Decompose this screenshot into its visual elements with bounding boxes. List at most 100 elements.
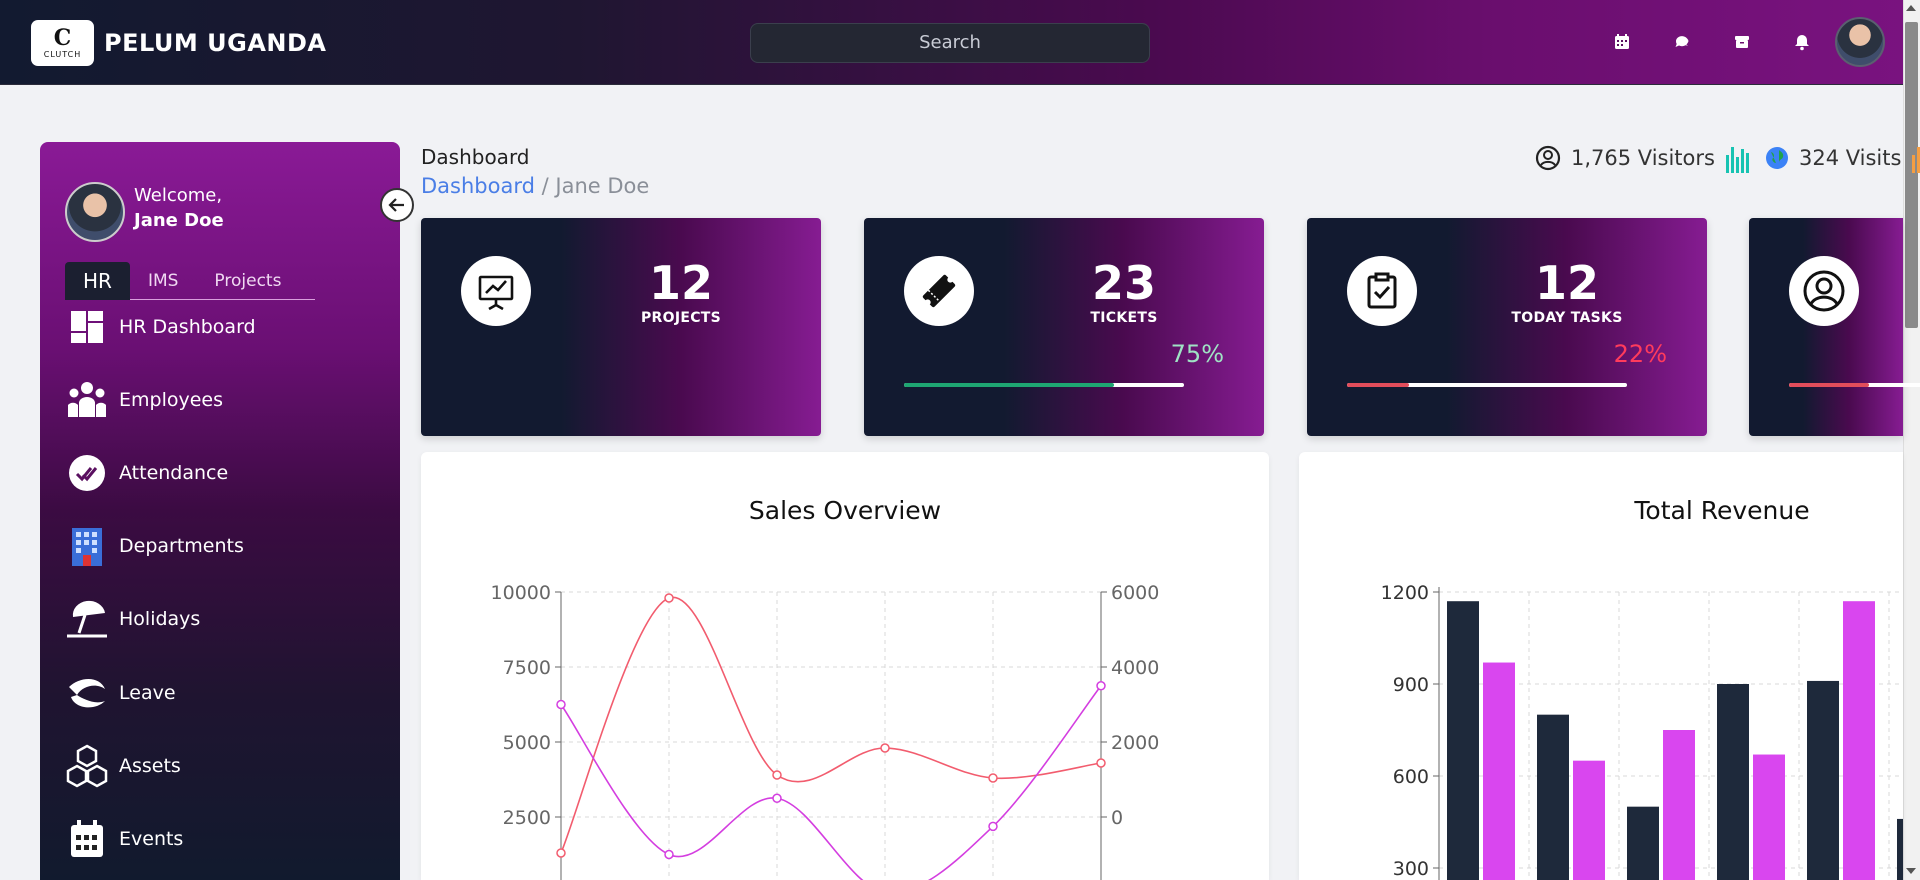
scroll-up-arrow-icon[interactable]: [1906, 5, 1916, 11]
progress-fill: [1347, 383, 1409, 387]
breadcrumb: Dashboard / Jane Doe: [421, 174, 649, 198]
orange-bars-icon: [1912, 147, 1920, 173]
tab-ims[interactable]: IMS: [130, 262, 196, 300]
search-input[interactable]: Search: [750, 23, 1150, 63]
sidebar-item-label: Departments: [119, 535, 244, 557]
sidebar-item-attendance[interactable]: Attendance: [65, 448, 365, 498]
data-point: [664, 593, 674, 603]
stat-card-projects[interactable]: 12 PROJECTS: [421, 218, 821, 436]
bar-series-1: [1627, 806, 1659, 880]
scroll-down-arrow-icon[interactable]: [1906, 868, 1916, 874]
visits-count: 324 Visits: [1798, 146, 1902, 170]
bar-series-1: [1537, 714, 1569, 880]
sales-line-chart: 025005000750010000-20000200040006000: [491, 582, 1159, 880]
y-right-tick-label: 6000: [1111, 582, 1159, 604]
card-value: 12: [1534, 256, 1599, 310]
sidebar-item-hr-dashboard[interactable]: HR Dashboard: [65, 302, 365, 352]
sidebar-item-holidays[interactable]: Holidays: [65, 594, 365, 644]
sidebar-item-assets[interactable]: Assets: [65, 741, 365, 791]
card-label: PROJECTS: [640, 310, 722, 326]
breadcrumb-link[interactable]: Dashboard: [421, 174, 535, 198]
revenue-bar-chart: 300 600 900 1200: [1381, 582, 1903, 880]
cubes-icon: [65, 744, 109, 788]
sidebar-item-employees[interactable]: Employees: [65, 375, 365, 425]
stat-card-users[interactable]: [1749, 218, 1920, 436]
chat-icon[interactable]: [1672, 32, 1692, 52]
progress-bar: [904, 383, 1184, 387]
logo[interactable]: C CLUTCH: [31, 20, 94, 66]
y-tick-label: 1200: [1381, 582, 1429, 604]
data-point: [772, 793, 782, 803]
sidebar-avatar: [65, 182, 125, 242]
sidebar-item-label: Holidays: [119, 608, 201, 630]
y-tick-label: 600: [1393, 766, 1429, 788]
scrollbar-thumb[interactable]: [1905, 22, 1918, 328]
sidebar-item-label: Assets: [119, 755, 181, 777]
sidebar-item-leave[interactable]: Leave: [65, 668, 365, 718]
y-left-tick-label: 2500: [503, 807, 551, 829]
card-percent: 22%: [1613, 340, 1667, 368]
data-point: [988, 821, 998, 832]
archive-icon[interactable]: [1732, 32, 1752, 52]
arrow-left-icon: [388, 198, 404, 212]
ticket-icon: [904, 256, 974, 326]
bell-icon[interactable]: [1792, 32, 1812, 52]
y-tick-label: 900: [1393, 674, 1429, 696]
tab-hr[interactable]: HR: [65, 262, 130, 300]
card-label: TODAY TASKS: [1511, 310, 1623, 326]
bar-series-2: [1753, 754, 1785, 880]
series-line-2: [560, 685, 1102, 880]
y-right-tick-label: 2000: [1111, 732, 1159, 754]
sidebar-collapse-button[interactable]: [380, 188, 414, 222]
attendance-icon: [65, 451, 109, 495]
teal-bars-icon: [1725, 147, 1749, 173]
stat-card-tickets[interactable]: 23 TICKETS 75%: [864, 218, 1264, 436]
logo-text: CLUTCH: [43, 49, 82, 59]
series-line-1: [560, 596, 1102, 854]
calendar-icon: [65, 817, 109, 861]
data-point: [556, 699, 566, 710]
card-label: TICKETS: [1090, 310, 1158, 326]
leave-icon: [65, 671, 109, 715]
y-tick-label: 300: [1393, 858, 1429, 880]
page-title: Dashboard: [421, 145, 530, 169]
bar-series-2: [1843, 601, 1875, 880]
sidebar-item-label: Events: [119, 828, 184, 850]
dashboard-icon: [65, 305, 109, 349]
y-left-tick-label: 10000: [491, 582, 551, 604]
employees-icon: [65, 378, 109, 422]
visitors-count: 1,765 Visitors: [1571, 146, 1715, 170]
data-point: [556, 848, 566, 858]
sidebar-item-events[interactable]: Events: [65, 814, 365, 864]
card-value: 23: [1091, 256, 1156, 310]
globe-icon: [1765, 147, 1788, 169]
sidebar-item-departments[interactable]: Departments: [65, 521, 365, 571]
progress-bar: [1347, 383, 1627, 387]
data-point: [664, 849, 674, 860]
data-point: [1096, 758, 1106, 768]
card-percent: 75%: [1170, 340, 1224, 368]
sidebar-item-label: HR Dashboard: [119, 316, 256, 338]
top-navbar: C CLUTCH PELUM UGANDA Search: [0, 0, 1920, 85]
building-icon: [65, 524, 109, 568]
brand-name[interactable]: PELUM UGANDA: [104, 29, 327, 57]
data-point: [880, 743, 890, 753]
sidebar-item-label: Employees: [119, 389, 223, 411]
tab-projects[interactable]: Projects: [196, 262, 299, 300]
sidebar: Welcome, Jane Doe HR IMS Projects HR Das…: [40, 142, 400, 880]
presentation-icon: [461, 256, 531, 326]
data-point: [1096, 681, 1106, 691]
bar-series-1: [1717, 684, 1749, 880]
welcome-line: Welcome,: [134, 185, 223, 206]
sidebar-item-label: Attendance: [119, 462, 229, 484]
y-left-tick-label: 5000: [503, 732, 551, 754]
progress-fill: [904, 383, 1114, 387]
bar-series-2: [1573, 760, 1605, 880]
logo-mark: C: [53, 24, 72, 51]
user-avatar[interactable]: [1835, 17, 1885, 67]
bar-series-1: [1807, 680, 1839, 880]
welcome-text: Welcome, Jane Doe: [134, 183, 224, 233]
sidebar-tabs: HR IMS Projects: [65, 262, 315, 300]
calendar-icon[interactable]: [1612, 32, 1632, 52]
stat-card-today-tasks[interactable]: 12 TODAY TASKS 22%: [1307, 218, 1707, 436]
